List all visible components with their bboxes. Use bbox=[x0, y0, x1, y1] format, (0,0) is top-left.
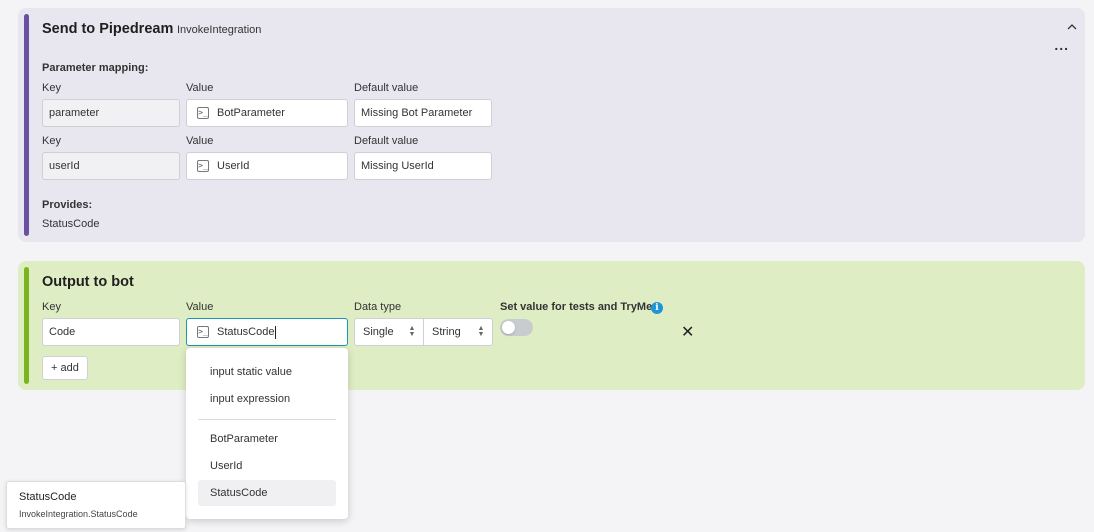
pipedream-title: Send to Pipedream bbox=[42, 21, 174, 37]
pipedream-card: Send to Pipedream InvokeIntegration ... … bbox=[18, 8, 1085, 242]
output-value-text: StatusCode bbox=[217, 326, 275, 338]
dropdown-divider bbox=[198, 419, 336, 420]
mapping-default-field[interactable]: Missing Bot Parameter bbox=[354, 99, 492, 127]
default-value-label: Default value bbox=[354, 135, 419, 147]
mapping-key-field[interactable]: userId bbox=[42, 152, 180, 180]
mapping-value-text: UserId bbox=[217, 160, 250, 172]
set-value-toggle[interactable] bbox=[500, 319, 533, 336]
terminal-icon: >_ bbox=[197, 160, 209, 172]
output-key-field[interactable]: Code bbox=[42, 318, 180, 346]
output-card: Output to bot Key Value Data type Set va… bbox=[18, 261, 1085, 390]
value-label: Value bbox=[186, 82, 214, 94]
provides-value: StatusCode bbox=[42, 218, 100, 230]
more-options-button[interactable]: ... bbox=[1054, 38, 1069, 52]
select-arrows-icon: ▲ ▼ bbox=[477, 325, 485, 338]
add-button[interactable]: + add bbox=[42, 356, 88, 380]
pipedream-subtitle: InvokeIntegration bbox=[177, 24, 262, 36]
terminal-icon: >_ bbox=[197, 107, 209, 119]
data-type-mode-select[interactable]: Single ▲ ▼ bbox=[354, 318, 424, 346]
card-accent-bar bbox=[24, 267, 29, 384]
key-label: Key bbox=[42, 82, 61, 94]
output-title: Output to bot bbox=[42, 274, 134, 290]
select-arrows-icon: ▲ ▼ bbox=[408, 325, 416, 338]
toggle-knob bbox=[502, 321, 515, 334]
data-type-kind-text: String bbox=[432, 326, 461, 338]
key-label: Key bbox=[42, 135, 61, 147]
mapping-value-field[interactable]: >_ UserId bbox=[186, 152, 348, 180]
mapping-value-text: BotParameter bbox=[217, 107, 285, 119]
close-icon[interactable]: ✕ bbox=[681, 325, 694, 341]
tooltip-title: StatusCode bbox=[19, 491, 77, 503]
parameter-mapping-label: Parameter mapping: bbox=[42, 62, 149, 74]
chevron-up-icon[interactable] bbox=[1067, 22, 1077, 32]
value-dropdown: input static value input expression BotP… bbox=[186, 348, 348, 519]
info-icon[interactable]: i bbox=[651, 302, 663, 314]
data-type-mode-text: Single bbox=[363, 326, 394, 338]
tooltip-detail: InvokeIntegration.StatusCode bbox=[19, 509, 138, 519]
default-value-label: Default value bbox=[354, 82, 419, 94]
value-label: Value bbox=[186, 135, 214, 147]
data-type-kind-select[interactable]: String ▲ ▼ bbox=[424, 318, 493, 346]
value-label: Value bbox=[186, 301, 214, 313]
mapping-value-field[interactable]: >_ BotParameter bbox=[186, 99, 348, 127]
dropdown-item-userid[interactable]: UserId bbox=[198, 453, 336, 479]
dropdown-item-statuscode[interactable]: StatusCode bbox=[198, 480, 336, 506]
mapping-default-field[interactable]: Missing UserId bbox=[354, 152, 492, 180]
set-value-label: Set value for tests and TryMe bbox=[500, 301, 653, 313]
key-label: Key bbox=[42, 301, 61, 313]
output-value-field[interactable]: >_ StatusCode bbox=[186, 318, 348, 346]
data-type-label: Data type bbox=[354, 301, 402, 313]
provides-label: Provides: bbox=[42, 199, 93, 211]
terminal-icon: >_ bbox=[197, 326, 209, 338]
mapping-key-field[interactable]: parameter bbox=[42, 99, 180, 127]
text-caret bbox=[275, 325, 277, 339]
dropdown-item-botparameter[interactable]: BotParameter bbox=[198, 426, 336, 452]
suggestion-tooltip: StatusCode InvokeIntegration.StatusCode bbox=[6, 481, 186, 529]
dropdown-item-static-value[interactable]: input static value bbox=[198, 359, 336, 385]
dropdown-item-expression[interactable]: input expression bbox=[198, 386, 336, 412]
card-accent-bar bbox=[24, 14, 29, 236]
